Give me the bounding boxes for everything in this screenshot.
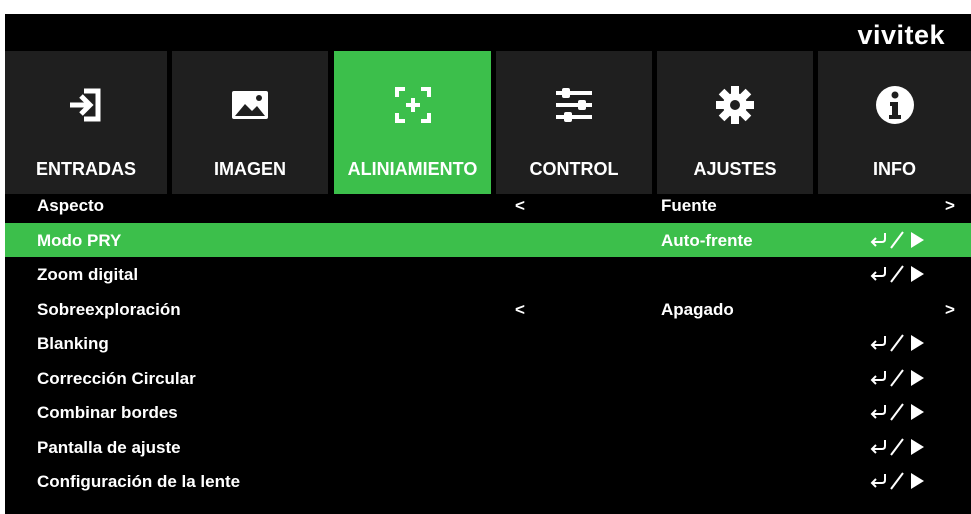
menu-row-correccion-circular[interactable]: Corrección Circular <box>5 361 971 396</box>
menu-row-sobreexploracion[interactable]: Sobreexploración < Apagado > <box>5 292 971 327</box>
left-arrow-icon[interactable]: < <box>515 300 525 320</box>
tab-label: INFO <box>873 159 916 179</box>
tab-label: IMAGEN <box>214 159 286 179</box>
menu-row-combinar-bordes[interactable]: Combinar bordes <box>5 395 971 430</box>
menu-row-zoom-digital[interactable]: Zoom digital <box>5 257 971 292</box>
menu-row-value: Fuente <box>661 196 717 215</box>
menu-row-label: Combinar bordes <box>37 403 178 422</box>
menu-row-value: Auto-frente <box>661 230 753 250</box>
info-icon <box>875 86 914 124</box>
menu-row-blanking[interactable]: Blanking <box>5 326 971 361</box>
tab-ajustes[interactable]: AJUSTES <box>657 51 813 194</box>
tab-label: AJUSTES <box>693 159 777 179</box>
menu-row-modo-pry[interactable]: Modo PRY Auto-frente <box>5 222 971 257</box>
tab-aliniamiento[interactable]: ALINIAMIENTO <box>334 51 491 194</box>
tab-info[interactable]: INFO <box>818 51 971 194</box>
right-arrow-icon[interactable]: > <box>945 300 955 320</box>
menu-row-label: Zoom digital <box>37 265 139 284</box>
tab-label: CONTROL <box>529 159 619 179</box>
menu-row-label: Aspecto <box>37 196 105 215</box>
menu-row-label: Corrección Circular <box>37 368 196 388</box>
tab-label: ENTRADAS <box>35 159 136 179</box>
menu-row-label: Blanking <box>37 334 109 353</box>
menu-row-value: Apagado <box>661 299 734 319</box>
input-icon <box>70 88 101 122</box>
menu-row-aspecto[interactable]: Aspecto < Fuente > <box>5 188 971 223</box>
brand-logo: vivitek <box>857 20 945 50</box>
enter-submenu-icon[interactable] <box>867 401 929 423</box>
tab-entradas[interactable]: ENTRADAS <box>5 51 167 194</box>
enter-submenu-icon[interactable] <box>867 367 929 389</box>
right-arrow-icon[interactable]: > <box>945 196 955 216</box>
sliders-icon <box>556 88 592 122</box>
enter-submenu-icon[interactable] <box>867 470 929 492</box>
enter-submenu-icon[interactable] <box>867 436 929 458</box>
menu-row-label: Pantalla de ajuste <box>37 437 181 457</box>
menu-row-pantalla-de-ajuste[interactable]: Pantalla de ajuste <box>5 430 971 465</box>
menu-row-label: Sobreexploración <box>37 299 181 319</box>
gear-icon <box>716 86 754 124</box>
menu-row-configuracion-de-la-lente[interactable]: Configuración de la lente <box>5 464 971 499</box>
enter-submenu-icon[interactable] <box>867 229 929 251</box>
enter-submenu-icon[interactable] <box>867 263 929 285</box>
tab-label: ALINIAMIENTO <box>347 159 478 179</box>
osd-menu-window: vivitek ENTRADAS IMAGEN ALINIAMIENTO CON… <box>5 14 971 514</box>
menu-list: Aspecto < Fuente > Modo PRY Auto-frente … <box>5 188 971 499</box>
menu-row-label: Modo PRY <box>37 230 122 250</box>
enter-submenu-icon[interactable] <box>867 332 929 354</box>
alignment-icon <box>394 87 431 123</box>
tab-imagen[interactable]: IMAGEN <box>172 51 328 194</box>
image-icon <box>232 91 268 119</box>
tab-control[interactable]: CONTROL <box>496 51 652 194</box>
left-arrow-icon[interactable]: < <box>515 196 525 216</box>
menu-row-label: Configuración de la lente <box>37 472 241 491</box>
tab-bar: ENTRADAS IMAGEN ALINIAMIENTO CONTROL AJU… <box>5 51 971 194</box>
